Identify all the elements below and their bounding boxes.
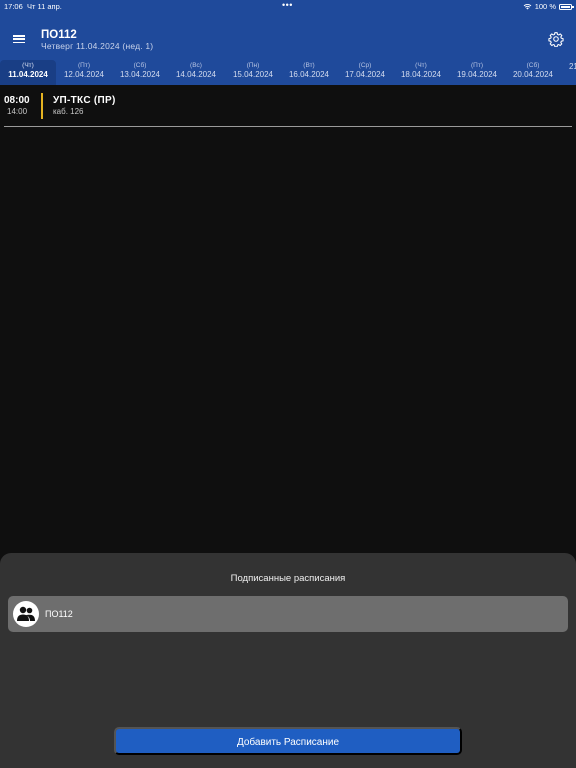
day-tab-weekday: (Пн) (246, 62, 260, 69)
day-tab-13-04[interactable]: (Сб) 13.04.2024 (112, 60, 168, 85)
lesson-item[interactable]: 08:00 14:00 УП-ТКС (ПР) каб. 126 (0, 91, 576, 127)
day-tab-weekday: (Ср) (358, 62, 372, 69)
subscription-label: ПО112 (45, 609, 73, 619)
lesson-accent-bar (41, 93, 43, 119)
day-tab-12-04[interactable]: (Пт) 12.04.2024 (56, 60, 112, 85)
day-tab-date: 19.04.2024 (456, 70, 498, 79)
day-tab-weekday: (Сб) (526, 62, 540, 69)
day-tab-11-04[interactable]: (Чт) 11.04.2024 (0, 60, 56, 85)
lesson-divider (4, 126, 572, 127)
day-tab-date: 12.04.2024 (63, 70, 105, 79)
subscriptions-sheet: Подписанные расписания ПО112 Добавить Ра… (0, 553, 576, 768)
app-header: 17:06 Чт 11 апр. ••• 100 % ПО112 Четверг… (0, 0, 576, 85)
lesson-name: УП-ТКС (ПР) (53, 95, 116, 106)
battery-percent: 100 % (534, 2, 556, 11)
subscription-item[interactable]: ПО112 (8, 596, 568, 632)
lesson-start-time: 08:00 (4, 95, 30, 106)
day-tab-19-04[interactable]: (Пт) 19.04.2024 (449, 60, 505, 85)
day-tab-date: 14.04.2024 (175, 70, 217, 79)
day-tab-date: 16.04.2024 (288, 70, 330, 79)
day-tab-weekday: (Сб) (133, 62, 147, 69)
day-tab-16-04[interactable]: (Вт) 16.04.2024 (281, 60, 337, 85)
day-tab-15-04[interactable]: (Пн) 15.04.2024 (225, 60, 281, 85)
day-tab-date: 20.04.2024 (512, 70, 554, 79)
day-tab-date: 11.04.2024 (8, 70, 48, 79)
day-tab-date: 13.04.2024 (119, 70, 161, 79)
day-tab-18-04[interactable]: (Чт) 18.04.2024 (393, 60, 449, 85)
status-date: Чт 11 апр. (27, 2, 62, 11)
lesson-end-time: 14:00 (7, 107, 28, 116)
multitasking-dots[interactable]: ••• (282, 0, 293, 10)
page-subtitle: Четверг 11.04.2024 (нед. 1) (41, 41, 154, 51)
day-tab-weekday: (Пт) (471, 62, 483, 69)
day-tab-weekday: (Вс) (190, 62, 202, 69)
day-tab-weekday: (Чт) (22, 62, 34, 69)
gear-icon[interactable] (548, 31, 564, 47)
status-time: 17:06 (4, 2, 23, 11)
status-bar: 17:06 Чт 11 апр. ••• 100 % (0, 0, 576, 12)
day-tab-weekday: (Вт) (303, 62, 315, 69)
add-schedule-button[interactable]: Добавить Расписание (114, 727, 462, 755)
day-tab-17-04[interactable]: (Ср) 17.04.2024 (337, 60, 393, 85)
day-tab-14-04[interactable]: (Вс) 14.04.2024 (168, 60, 224, 85)
day-tabs: (Чт) 11.04.2024 (Пт) 12.04.2024 (Сб) 13.… (0, 60, 576, 85)
day-tab-date: 17.04.2024 (344, 70, 386, 79)
day-tab-weekday: (Пт) (78, 62, 90, 69)
day-tab-20-04[interactable]: (Сб) 20.04.2024 (505, 60, 561, 85)
status-right: 100 % (523, 2, 574, 11)
page-title: ПО112 (41, 29, 77, 41)
day-tab-21-04[interactable]: 21.04.2024 (561, 60, 576, 85)
wifi-icon (523, 4, 532, 10)
lesson-room: каб. 126 (53, 107, 84, 116)
day-tab-date: 21.04.2024 (568, 62, 576, 71)
day-tab-date: 18.04.2024 (400, 70, 442, 79)
battery-icon (559, 3, 574, 10)
sheet-title: Подписанные расписания (230, 573, 346, 584)
hamburger-menu-icon[interactable] (12, 33, 26, 45)
day-tab-date: 15.04.2024 (232, 70, 274, 79)
group-users-icon (13, 601, 39, 627)
day-tab-weekday: (Чт) (415, 62, 427, 69)
